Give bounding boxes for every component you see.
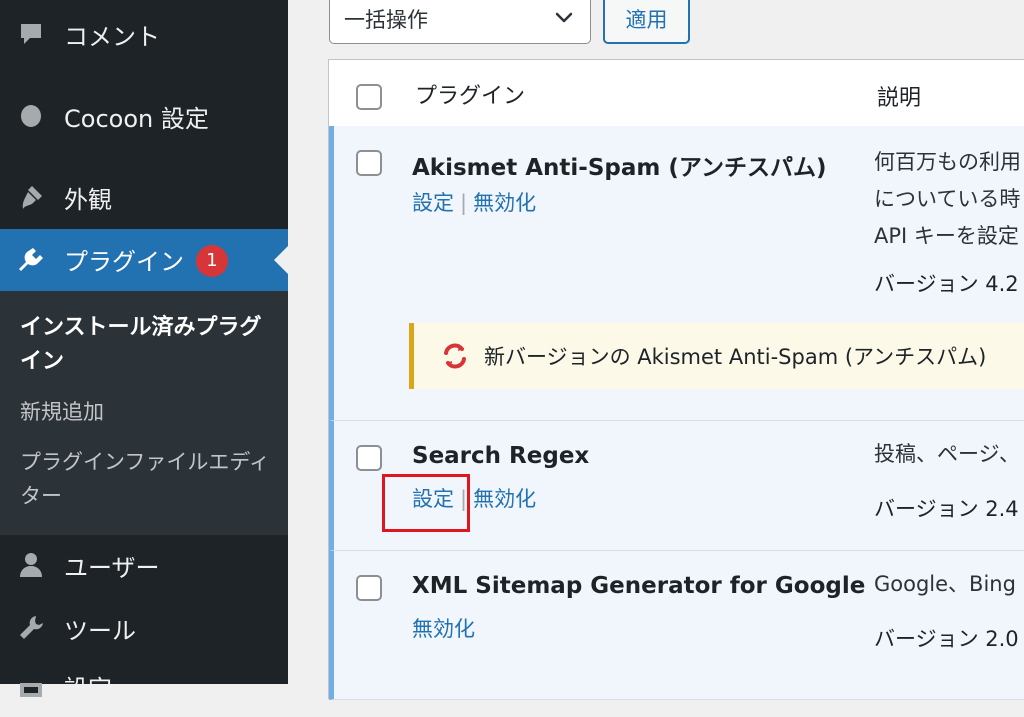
plugin-name: XML Sitemap Generator for Google <box>412 573 866 599</box>
settings-icon <box>16 671 46 701</box>
menu-item-plugins[interactable]: プラグイン 1 <box>0 229 288 291</box>
update-notice: 新バージョンの Akismet Anti-Spam (アンチスパム) <box>409 323 1024 389</box>
plugin-name: Search Regex <box>412 443 590 469</box>
bulk-action-select[interactable]: 一括操作 <box>329 0 591 44</box>
admin-sidebar: コメント Cocoon 設定 外観 プラグイン 1 インストール済みプラグイン 新… <box>0 0 288 703</box>
bulk-action-value: 一括操作 <box>344 8 428 32</box>
column-header-description: 説明 <box>877 86 922 111</box>
description-line: 投稿、ページ、 <box>874 442 1020 466</box>
plugins-table: プラグイン 説明 Akismet Anti-Spam (アンチスパム) 設定 | 無… <box>328 59 1024 700</box>
deactivate-link[interactable]: 無効化 <box>412 617 475 641</box>
row-actions: 無効化 <box>412 613 475 643</box>
select-all-checkbox[interactable] <box>356 84 382 110</box>
table-row: XML Sitemap Generator for Google 無効化 Goo… <box>329 551 1024 700</box>
menu-item-tools[interactable]: ツール <box>0 597 288 659</box>
menu-item-label: 外観 <box>64 185 112 214</box>
menu-item-label: ツール <box>64 616 136 645</box>
plugins-submenu: インストール済みプラグイン 新規追加 プラグインファイルエディター <box>0 291 288 535</box>
row-actions: 設定 | 無効化 <box>412 191 537 215</box>
update-icon <box>440 341 470 371</box>
row-checkbox[interactable] <box>356 150 382 176</box>
menu-item-label: 設定 <box>64 674 112 703</box>
menu-item-cocoon-settings[interactable]: Cocoon 設定 <box>0 85 288 147</box>
plugin-description: 投稿、ページ、 <box>874 436 1020 473</box>
plugin-description: 何百万もの利用 についている時 API キーを設定 <box>874 144 1021 255</box>
menu-item-users[interactable]: ユーザー <box>0 534 288 596</box>
settings-link[interactable]: 設定 <box>412 191 454 215</box>
wrench-icon <box>16 613 46 643</box>
circle-icon <box>16 101 46 131</box>
menu-item-comments[interactable]: コメント <box>0 3 288 65</box>
paintbrush-icon <box>16 182 46 212</box>
menu-item-settings[interactable]: 設定 <box>0 655 288 717</box>
menu-item-label: Cocoon 設定 <box>64 104 209 133</box>
menu-item-label: プラグイン <box>64 247 184 276</box>
description-line: についている時 <box>874 187 1021 211</box>
description-line: API キーを設定 <box>874 224 1019 248</box>
current-menu-arrow <box>274 246 288 274</box>
highlight-annotation <box>382 474 470 532</box>
description-line: Google、Bing <box>874 572 1016 596</box>
plugin-description: Google、Bing <box>874 566 1016 603</box>
plugin-icon <box>16 245 46 275</box>
plugin-version: バージョン 4.2 <box>874 272 1019 296</box>
menu-item-appearance[interactable]: 外観 <box>0 166 288 228</box>
column-header-plugin: プラグイン <box>415 84 526 109</box>
row-checkbox[interactable] <box>356 575 382 601</box>
table-header: プラグイン 説明 <box>329 60 1024 127</box>
main-content: 一括操作 適用 プラグイン 説明 Akismet Anti-Spam (アンチス… <box>288 0 1024 700</box>
user-icon <box>16 550 46 580</box>
menu-item-label: コメント <box>64 22 160 51</box>
row-checkbox[interactable] <box>356 445 382 471</box>
submenu-installed-plugins[interactable]: インストール済みプラグイン <box>20 311 270 379</box>
menu-item-label: ユーザー <box>64 553 160 582</box>
description-line: 何百万もの利用 <box>874 150 1021 174</box>
deactivate-link[interactable]: 無効化 <box>473 191 536 215</box>
deactivate-link[interactable]: 無効化 <box>473 487 536 511</box>
comment-icon <box>16 19 46 49</box>
table-row: Akismet Anti-Spam (アンチスパム) 設定 | 無効化 何百万もの利… <box>329 126 1024 421</box>
update-count-badge: 1 <box>196 244 228 277</box>
apply-button[interactable]: 適用 <box>603 0 690 44</box>
plugin-name: Akismet Anti-Spam (アンチスパム) <box>412 155 827 181</box>
chevron-down-icon <box>552 5 576 34</box>
submenu-add-new[interactable]: 新規追加 <box>20 395 270 429</box>
plugin-version: バージョン 2.4 <box>874 497 1019 521</box>
update-notice-text: 新バージョンの Akismet Anti-Spam (アンチスパム) <box>484 345 987 369</box>
plugin-version: バージョン 2.0 <box>874 627 1019 651</box>
submenu-plugin-file-editor[interactable]: プラグインファイルエディター <box>20 445 270 513</box>
